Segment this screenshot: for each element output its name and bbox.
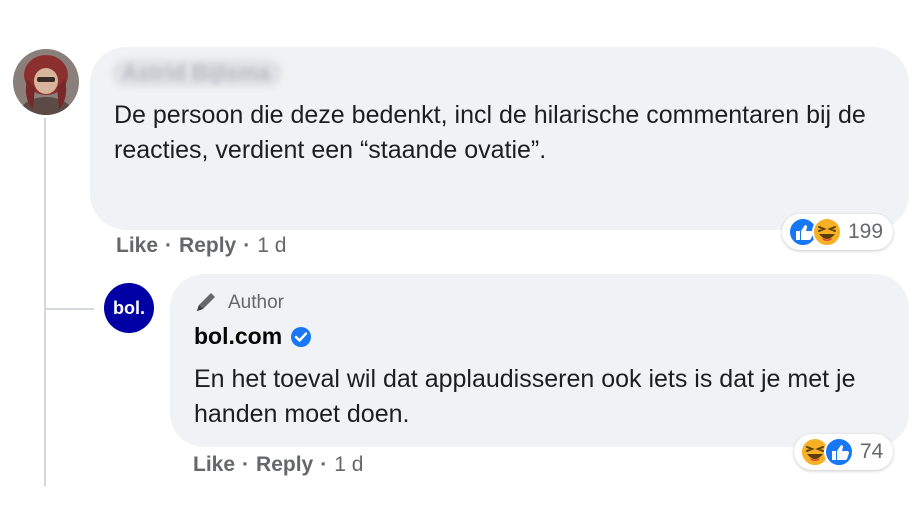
reaction-count: 74	[860, 440, 884, 463]
page-name[interactable]: bol.com	[194, 323, 282, 350]
reply-button[interactable]: Reply	[179, 234, 236, 258]
reaction-count: 199	[848, 220, 884, 243]
author-badge-label: Author	[228, 292, 284, 313]
page-name-row: bol.com	[194, 323, 312, 350]
separator-dot: ·	[320, 453, 328, 476]
page-avatar[interactable]: bol.	[104, 283, 154, 333]
reply-actions: Like · Reply · 1 d	[193, 453, 363, 477]
svg-text:bol.: bol.	[113, 298, 145, 318]
like-icon	[824, 437, 854, 467]
comment-timestamp[interactable]: 1 d	[257, 234, 286, 258]
like-button[interactable]: Like	[116, 234, 158, 258]
reply-reactions[interactable]: 74	[794, 434, 894, 470]
reply-button[interactable]: Reply	[256, 453, 313, 477]
comment-actions: Like · Reply · 1 d	[116, 234, 286, 258]
separator-dot: ·	[243, 234, 251, 257]
comment-text: De persoon die deze bedenkt, incl de hil…	[114, 101, 866, 164]
thread-connector-horizontal	[44, 308, 94, 310]
haha-icon	[812, 217, 842, 247]
reply-timestamp[interactable]: 1 d	[334, 453, 363, 477]
author-badge: Author	[194, 292, 284, 314]
comment-bubble: Astrid Bijlsma De persoon die deze beden…	[90, 47, 909, 230]
reply-bubble: Author bol.com En het toeval wil dat app…	[170, 274, 909, 447]
separator-dot: ·	[165, 234, 173, 257]
comment-reactions[interactable]: 199	[782, 214, 894, 250]
pen-icon	[197, 293, 215, 311]
like-button[interactable]: Like	[193, 453, 235, 477]
reply-text: En het toeval wil dat applaudisseren ook…	[194, 365, 856, 428]
bol-logo-icon: bol.	[113, 298, 145, 318]
avatar-photo	[13, 49, 79, 115]
commenter-name[interactable]: Astrid Bijlsma	[112, 59, 282, 87]
commenter-avatar[interactable]	[13, 49, 79, 115]
verified-badge-icon	[291, 326, 312, 347]
separator-dot: ·	[242, 453, 250, 476]
thread-connector-vertical	[44, 118, 46, 486]
